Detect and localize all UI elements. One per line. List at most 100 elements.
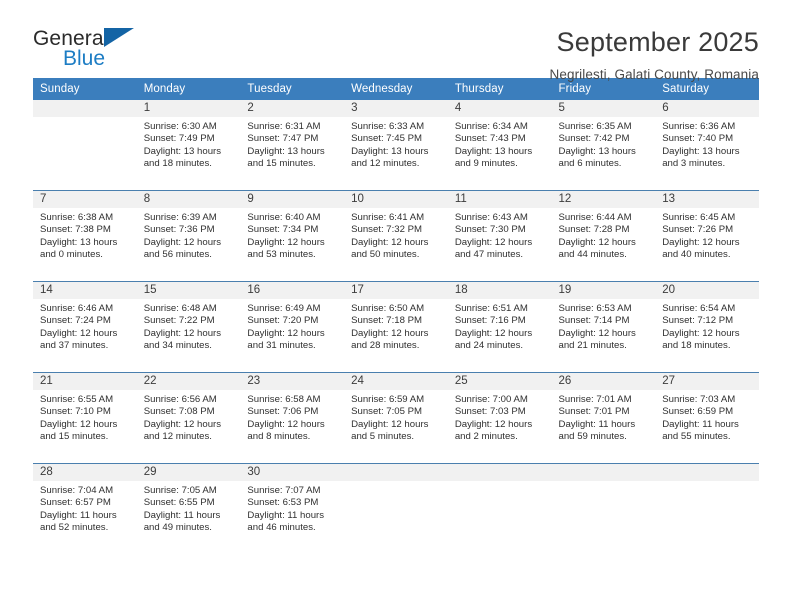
sun-info-line: Daylight: 11 hours — [143, 509, 221, 521]
calendar-day-cell[interactable]: 18 Sunrise: 6:51 AM Sunset: 7:16 PM Dayligh… — [447, 281, 552, 373]
calendar-day-cell[interactable]: 5 Sunrise: 6:35 AM Sunset: 7:42 PM Daylight… — [551, 100, 656, 191]
sun-info-line: Sunrise: 6:34 AM — [454, 121, 528, 132]
sun-info-line: and 2 minutes. — [454, 431, 518, 443]
calendar-day-cell[interactable]: 25 Sunrise: 7:00 AM Sunset: 7:03 PM Dayligh… — [447, 372, 552, 464]
sun-info-line: and 15 minutes. — [247, 158, 316, 170]
sun-info: Sunrise: 6:58 AM Sunset: 7:06 PM Daylight:… — [240, 390, 344, 444]
calendar-day-cell[interactable]: 16 Sunrise: 6:49 AM Sunset: 7:20 PM Dayligh… — [240, 281, 345, 373]
day-cell-inner: 2 Sunrise: 6:31 AM Sunset: 7:47 PM Daylight… — [240, 100, 345, 190]
calendar-day-cell[interactable]: 9 Sunrise: 6:40 AM Sunset: 7:34 PM Daylight… — [240, 190, 345, 282]
sun-info-line: and 28 minutes. — [351, 340, 420, 352]
logo-text-blue: Blue — [63, 47, 106, 70]
sun-info: Sunrise: 6:39 AM Sunset: 7:36 PM Daylight:… — [137, 208, 241, 262]
day-cell-inner — [447, 464, 552, 554]
calendar-day-cell[interactable]: 12 Sunrise: 6:44 AM Sunset: 7:28 PM Dayligh… — [551, 190, 656, 282]
day-number: 18 — [447, 282, 552, 299]
calendar-day-cell[interactable]: 23 Sunrise: 6:58 AM Sunset: 7:06 PM Dayligh… — [240, 372, 345, 464]
sun-info-line: Daylight: 12 hours — [40, 327, 118, 339]
sun-info-line: Sunset: 7:40 PM — [662, 133, 734, 145]
sun-info-line: and 46 minutes. — [247, 522, 316, 534]
day-number: 6 — [655, 100, 759, 117]
day-number: 22 — [136, 373, 241, 390]
calendar-day-cell[interactable]: 30 Sunrise: 7:07 AM Sunset: 6:53 PM Dayligh… — [240, 463, 345, 554]
sun-info: Sunrise: 7:03 AM Sunset: 6:59 PM Daylight:… — [655, 390, 759, 444]
sun-info-line: and 9 minutes. — [454, 158, 518, 170]
day-cell-inner: 24 Sunrise: 6:59 AM Sunset: 7:05 PM Dayligh… — [344, 373, 448, 463]
sun-info-line: Sunset: 7:32 PM — [351, 224, 423, 236]
sun-info-line: Daylight: 12 hours — [454, 418, 533, 430]
sun-info-line: and 24 minutes. — [454, 340, 524, 352]
sun-info-line: Sunset: 7:12 PM — [662, 315, 734, 327]
day-number: 8 — [136, 191, 241, 208]
calendar-week-row: 21 Sunrise: 6:55 AM Sunset: 7:10 PM Dayligh… — [33, 372, 759, 464]
calendar-day-cell[interactable]: 15 Sunrise: 6:48 AM Sunset: 7:22 PM Dayligh… — [136, 281, 241, 373]
sun-info-line: and 5 minutes. — [351, 431, 415, 443]
calendar-day-cell[interactable]: 7 Sunrise: 6:38 AM Sunset: 7:38 PM Daylight… — [33, 190, 137, 282]
day-cell-inner: 21 Sunrise: 6:55 AM Sunset: 7:10 PM Dayligh… — [33, 373, 137, 463]
sun-info-line: and 44 minutes. — [558, 249, 627, 261]
day-cell-inner: 23 Sunrise: 6:58 AM Sunset: 7:06 PM Dayligh… — [240, 373, 345, 463]
sun-info: Sunrise: 6:59 AM Sunset: 7:05 PM Daylight:… — [344, 390, 448, 444]
sun-info-line: and 56 minutes. — [143, 249, 212, 261]
day-number: 17 — [344, 282, 448, 299]
general-blue-logo[interactable]: General Blue — [33, 26, 151, 76]
calendar-table: Sunday Monday Tuesday Wednesday Thursday Frid… — [33, 78, 759, 554]
calendar-empty-cell — [655, 463, 759, 554]
sun-info-line: Sunset: 7:42 PM — [558, 133, 630, 145]
calendar-day-cell[interactable]: 20 Sunrise: 6:54 AM Sunset: 7:12 PM Dayligh… — [655, 281, 759, 373]
day-number: 14 — [33, 282, 137, 299]
sun-info-line: Sunrise: 6:39 AM — [143, 212, 217, 223]
calendar-day-cell[interactable]: 21 Sunrise: 6:55 AM Sunset: 7:10 PM Dayligh… — [33, 372, 137, 464]
calendar-day-cell[interactable]: 2 Sunrise: 6:31 AM Sunset: 7:47 PM Daylight… — [240, 100, 345, 191]
day-cell-inner: 11 Sunrise: 6:43 AM Sunset: 7:30 PM Dayligh… — [447, 191, 552, 281]
calendar-day-cell[interactable]: 17 Sunrise: 6:50 AM Sunset: 7:18 PM Dayligh… — [344, 281, 448, 373]
day-cell-inner: 13 Sunrise: 6:45 AM Sunset: 7:26 PM Dayligh… — [655, 191, 759, 281]
day-cell-inner: 9 Sunrise: 6:40 AM Sunset: 7:34 PM Daylight… — [240, 191, 345, 281]
sun-info-line: and 3 minutes. — [662, 158, 726, 170]
day-cell-inner: 1 Sunrise: 6:30 AM Sunset: 7:49 PM Daylight… — [136, 100, 241, 190]
calendar-day-cell[interactable]: 4 Sunrise: 6:34 AM Sunset: 7:43 PM Daylight… — [447, 100, 552, 191]
sun-info: Sunrise: 6:31 AM Sunset: 7:47 PM Daylight:… — [240, 117, 344, 171]
calendar-day-cell[interactable]: 26 Sunrise: 7:01 AM Sunset: 7:01 PM Dayligh… — [551, 372, 656, 464]
day-cell-inner: 30 Sunrise: 7:07 AM Sunset: 6:53 PM Dayligh… — [240, 464, 345, 554]
sun-info-line: Sunrise: 6:40 AM — [247, 212, 321, 223]
sun-info-line: Sunset: 7:20 PM — [247, 315, 319, 327]
calendar-day-cell[interactable]: 3 Sunrise: 6:33 AM Sunset: 7:45 PM Daylight… — [344, 100, 448, 191]
calendar-week-row: 28 Sunrise: 7:04 AM Sunset: 6:57 PM Dayligh… — [33, 463, 759, 554]
calendar-day-cell[interactable]: 8 Sunrise: 6:39 AM Sunset: 7:36 PM Daylight… — [136, 190, 241, 282]
day-cell-inner — [344, 464, 448, 554]
sun-info-line: Sunrise: 6:49 AM — [247, 303, 321, 314]
calendar-page: General Blue September 2025 Negrilesti, … — [0, 0, 792, 612]
sun-info-line: and 37 minutes. — [40, 340, 109, 352]
calendar-day-cell[interactable]: 29 Sunrise: 7:05 AM Sunset: 6:55 PM Dayligh… — [136, 463, 241, 554]
calendar-day-cell[interactable]: 22 Sunrise: 6:56 AM Sunset: 7:08 PM Dayligh… — [136, 372, 241, 464]
sun-info-line: Sunrise: 6:58 AM — [247, 394, 321, 405]
sun-info-line: Sunset: 7:03 PM — [454, 406, 526, 418]
sun-info-line: Sunset: 7:36 PM — [143, 224, 215, 236]
sun-info: Sunrise: 7:04 AM Sunset: 6:57 PM Daylight:… — [33, 481, 137, 535]
sun-info-line: Sunrise: 6:44 AM — [558, 212, 632, 223]
sun-info-line: Sunset: 7:22 PM — [143, 315, 215, 327]
calendar-day-cell[interactable]: 1 Sunrise: 6:30 AM Sunset: 7:49 PM Daylight… — [136, 100, 241, 191]
calendar-day-cell[interactable]: 27 Sunrise: 7:03 AM Sunset: 6:59 PM Dayligh… — [655, 372, 759, 464]
sun-info-line: and 53 minutes. — [247, 249, 316, 261]
sun-info-line: Daylight: 12 hours — [351, 236, 429, 248]
sun-info-line: Daylight: 13 hours — [454, 145, 533, 157]
sun-info: Sunrise: 7:05 AM Sunset: 6:55 PM Daylight:… — [137, 481, 241, 535]
calendar-day-cell[interactable]: 19 Sunrise: 6:53 AM Sunset: 7:14 PM Dayligh… — [551, 281, 656, 373]
calendar-day-cell[interactable]: 28 Sunrise: 7:04 AM Sunset: 6:57 PM Dayligh… — [33, 463, 137, 554]
calendar-day-cell[interactable]: 14 Sunrise: 6:46 AM Sunset: 7:24 PM Dayligh… — [33, 281, 137, 373]
sun-info-line: and 50 minutes. — [351, 249, 420, 261]
day-cell-inner: 14 Sunrise: 6:46 AM Sunset: 7:24 PM Dayligh… — [33, 282, 137, 372]
sun-info-line: and 12 minutes. — [143, 431, 212, 443]
sun-info-line: Daylight: 12 hours — [454, 327, 533, 339]
day-cell-inner — [551, 464, 656, 554]
calendar-day-cell[interactable]: 24 Sunrise: 6:59 AM Sunset: 7:05 PM Dayligh… — [344, 372, 448, 464]
calendar-day-cell[interactable]: 10 Sunrise: 6:41 AM Sunset: 7:32 PM Dayligh… — [344, 190, 448, 282]
calendar-day-cell[interactable]: 6 Sunrise: 6:36 AM Sunset: 7:40 PM Daylight… — [655, 100, 759, 191]
day-number: 10 — [344, 191, 448, 208]
day-number: 26 — [551, 373, 656, 390]
calendar-day-cell[interactable]: 11 Sunrise: 6:43 AM Sunset: 7:30 PM Dayligh… — [447, 190, 552, 282]
calendar-day-cell[interactable]: 13 Sunrise: 6:45 AM Sunset: 7:26 PM Dayligh… — [655, 190, 759, 282]
day-cell-inner: 20 Sunrise: 6:54 AM Sunset: 7:12 PM Dayligh… — [655, 282, 759, 372]
